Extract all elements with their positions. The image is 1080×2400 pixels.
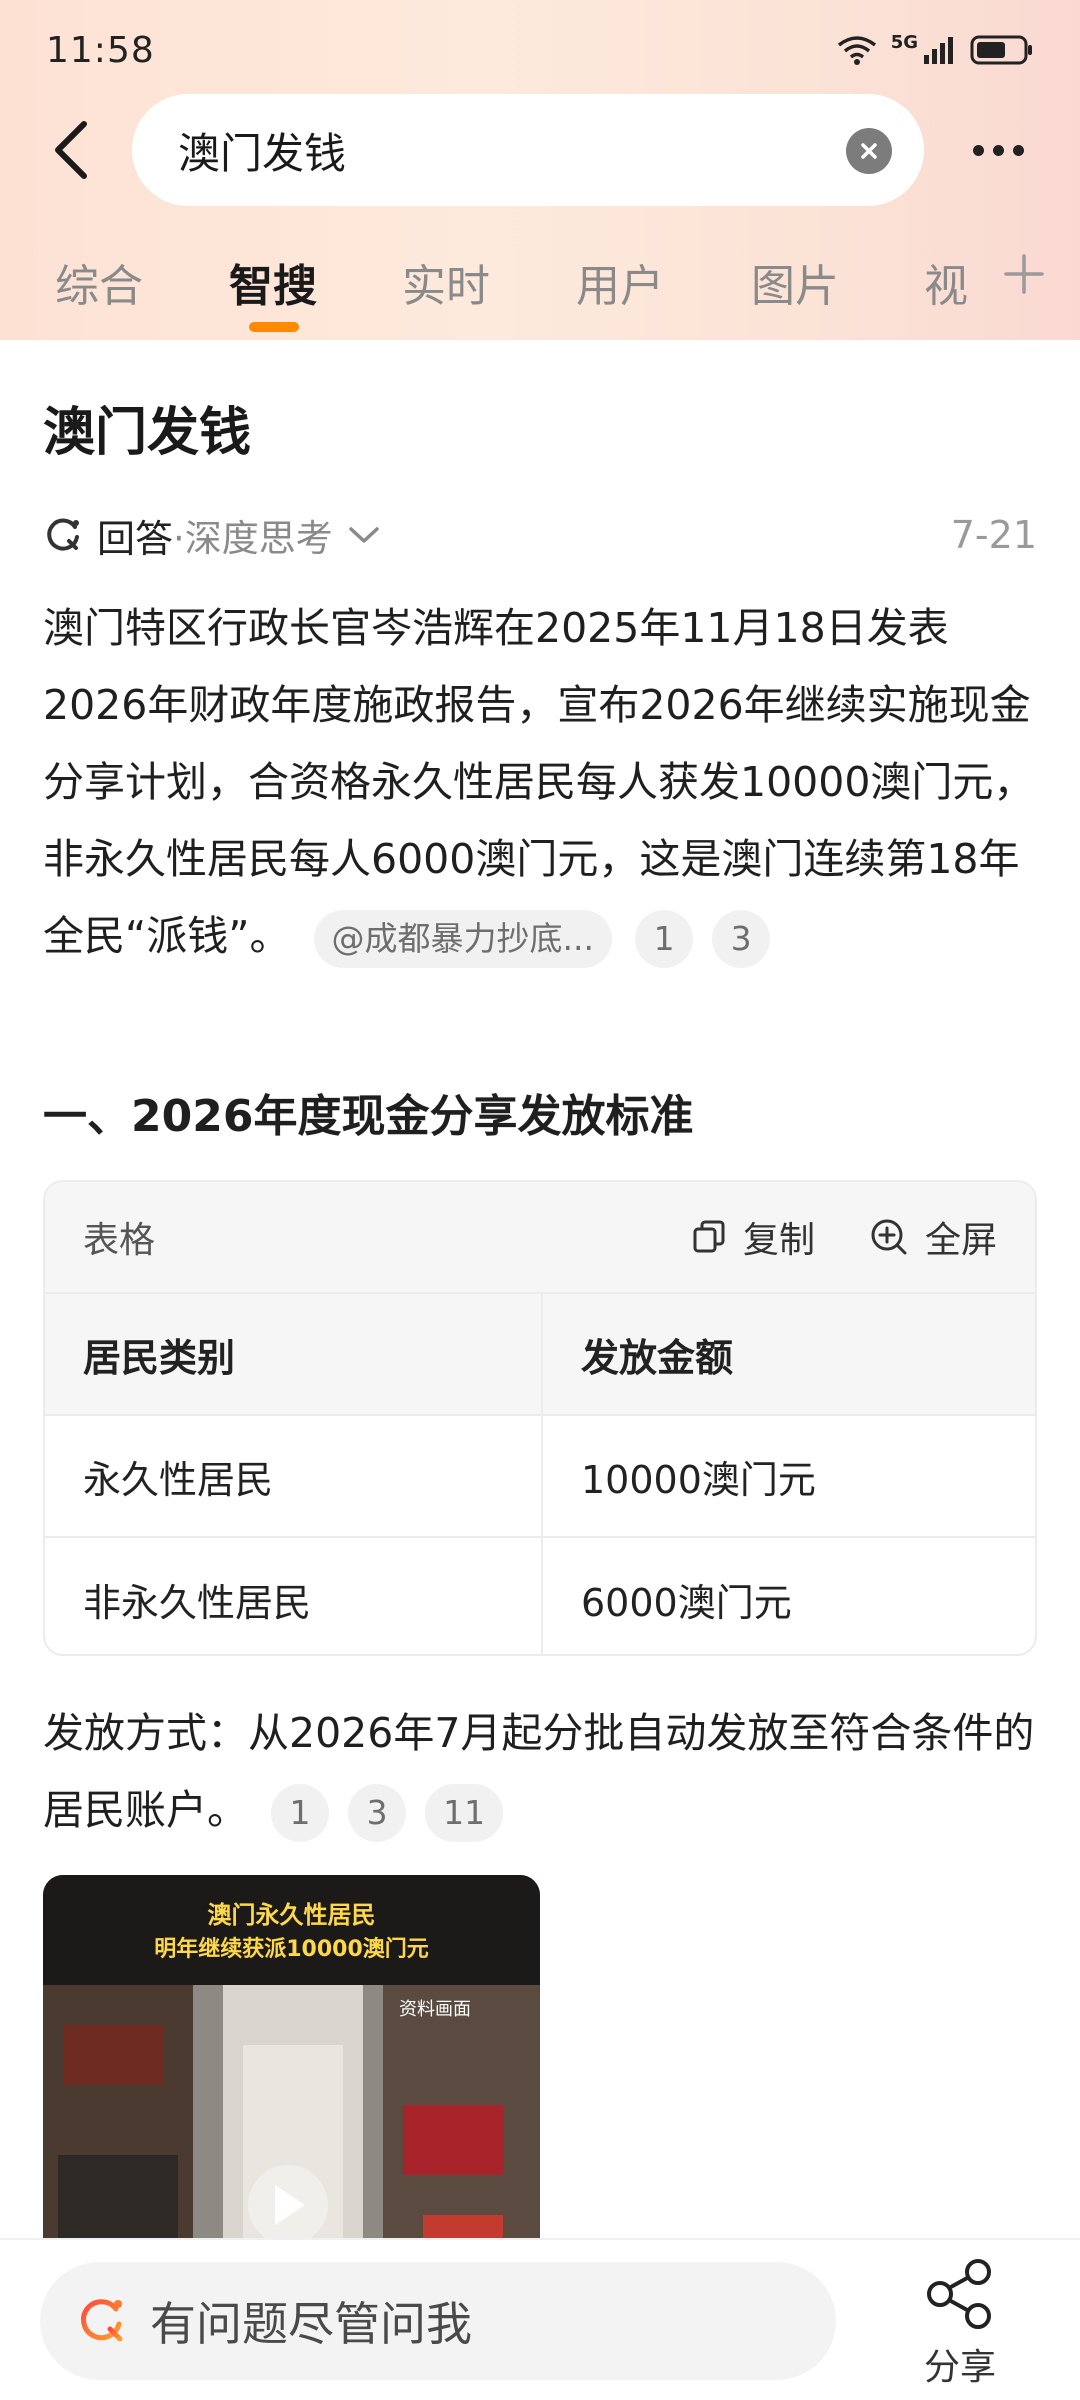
table-label: 表格 xyxy=(83,1220,156,1261)
table-row: 永久性居民 10000澳门元 xyxy=(45,1416,1035,1538)
answer-meta: 回答 ·深度思考 7-21 xyxy=(43,508,1037,562)
zoom-in-icon xyxy=(871,1219,907,1255)
search-tabs: 综合 智搜 实时 用户 图片 视 xyxy=(0,230,1080,340)
copy-button[interactable]: 复制 xyxy=(691,1211,815,1263)
reference-chip[interactable]: 3 xyxy=(712,910,771,968)
tab-realtime[interactable]: 实时 xyxy=(402,250,490,314)
video-caption-line-1: 澳门永久性居民 xyxy=(207,1901,376,1929)
answer-label: 回答 xyxy=(97,516,174,561)
status-bar: 11:58 5G xyxy=(0,0,1080,100)
more-dot xyxy=(1012,144,1024,156)
deep-thinking-toggle[interactable]: ·深度思考 xyxy=(173,508,333,562)
clear-search-button[interactable] xyxy=(846,128,892,174)
network-type: 5G xyxy=(890,31,918,53)
search-box[interactable]: 澳门发钱 xyxy=(132,94,924,206)
more-options-button[interactable] xyxy=(960,116,1036,184)
more-dot xyxy=(972,144,984,156)
battery-icon xyxy=(970,35,1032,65)
search-row: 澳门发钱 xyxy=(0,90,1080,210)
ask-input[interactable]: 有问题尽管问我 xyxy=(40,2262,836,2380)
answer-paragraph: 澳门特区行政长官岑浩辉在2025年11月18日发表2026年财政年度施政报告，宣… xyxy=(43,590,1043,975)
table-cell: 10000澳门元 xyxy=(581,1457,816,1502)
tab-video[interactable]: 视 xyxy=(924,250,968,314)
column-header: 居民类别 xyxy=(45,1294,543,1414)
search-query[interactable]: 澳门发钱 xyxy=(178,120,346,181)
chevron-left-icon xyxy=(55,121,87,179)
reference-chip[interactable]: 1 xyxy=(271,1784,330,1842)
table-row: 非永久性居民 6000澳门元 xyxy=(45,1538,1035,1654)
tab-users[interactable]: 用户 xyxy=(576,250,664,314)
active-tab-indicator xyxy=(249,322,299,332)
share-button[interactable]: 分享 xyxy=(910,2258,1010,2398)
share-label: 分享 xyxy=(923,2347,996,2388)
signal-icon xyxy=(924,37,953,64)
close-icon xyxy=(861,143,877,159)
bottom-bar: 有问题尽管问我 分享 xyxy=(0,2238,1080,2400)
add-tab-icon[interactable] xyxy=(1002,252,1046,296)
table-cell: 非永久性居民 xyxy=(45,1538,543,1654)
ai-answer-icon xyxy=(47,518,79,551)
wifi-icon xyxy=(837,36,876,65)
share-icon xyxy=(927,2259,991,2329)
copy-label: 复制 xyxy=(742,1220,815,1261)
table-cell: 6000澳门元 xyxy=(581,1580,792,1625)
section-title: 一、2026年度现金分享发放标准 xyxy=(43,1091,694,1142)
ask-placeholder: 有问题尽管问我 xyxy=(150,2297,472,2351)
answer-date: 7-21 xyxy=(950,513,1037,557)
tab-smart-search[interactable]: 智搜 xyxy=(229,250,317,314)
reference-chip[interactable]: 1 xyxy=(635,910,694,968)
fullscreen-button[interactable]: 全屏 xyxy=(869,1211,997,1263)
reference-chip[interactable]: 3 xyxy=(348,1784,407,1842)
back-button[interactable] xyxy=(40,118,100,182)
table-cell: 永久性居民 xyxy=(45,1416,543,1536)
answer-text: 澳门特区行政长官岑浩辉在2025年11月18日发表2026年财政年度施政报告，宣… xyxy=(43,604,1035,960)
data-table: 表格 复制 全屏 居民类别 发放金额 永久性居民 10000澳门元 非永久性居民… xyxy=(43,1180,1037,1656)
tab-comprehensive[interactable]: 综合 xyxy=(55,250,143,314)
video-watermark: 资料画面 xyxy=(399,1999,471,2020)
table-header-row: 居民类别 发放金额 xyxy=(45,1294,1035,1416)
column-header: 发放金额 xyxy=(581,1335,734,1380)
distribution-text: 发放方式：从2026年7月起分批自动发放至符合条件的居民账户。 xyxy=(43,1709,1035,1834)
fullscreen-label: 全屏 xyxy=(924,1220,997,1261)
status-icons: 5G xyxy=(837,31,1034,66)
more-dot xyxy=(992,144,1004,156)
video-caption-line-2: 明年继续获派10000澳门元 xyxy=(154,1937,429,1962)
tab-images[interactable]: 图片 xyxy=(751,250,839,314)
distribution-paragraph: 发放方式：从2026年7月起分批自动发放至符合条件的居民账户。 1 3 11 xyxy=(43,1695,1043,1849)
status-time: 11:58 xyxy=(46,29,155,71)
chevron-down-icon[interactable] xyxy=(347,523,381,547)
source-chip[interactable]: @成都暴力抄底... xyxy=(313,910,613,968)
ai-search-icon xyxy=(81,2299,123,2342)
page-title: 澳门发钱 xyxy=(43,403,252,463)
table-toolbar: 表格 复制 全屏 xyxy=(45,1182,1035,1294)
copy-icon xyxy=(693,1220,725,1253)
reference-chip[interactable]: 11 xyxy=(425,1784,504,1842)
